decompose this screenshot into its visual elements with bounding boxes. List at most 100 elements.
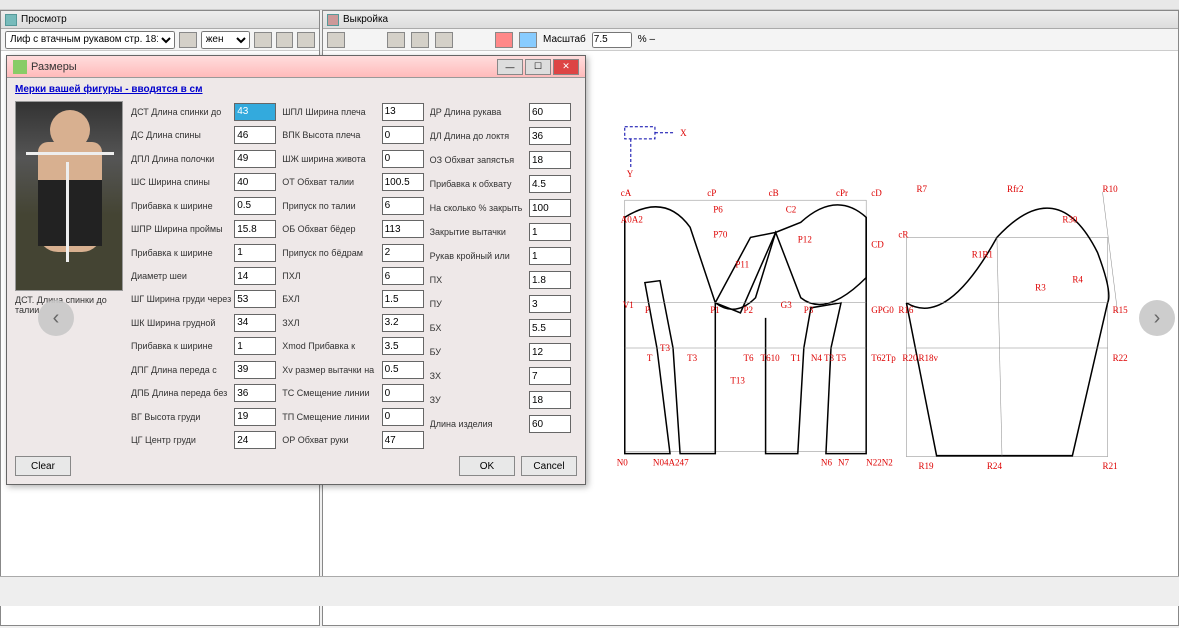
scale-input[interactable] [592, 32, 632, 48]
svg-text:R22: R22 [1113, 353, 1129, 363]
svg-text:T610: T610 [761, 353, 781, 363]
measurement-input[interactable] [529, 295, 571, 313]
measurement-input[interactable] [529, 367, 571, 385]
measurement-input[interactable] [234, 267, 276, 285]
measurement-input[interactable] [234, 314, 276, 332]
dialog-title: Размеры [31, 61, 497, 73]
svg-text:N4 T3 T5: N4 T3 T5 [811, 353, 847, 363]
measurement-input[interactable] [234, 126, 276, 144]
measurement-label: Рукав кройный или [430, 251, 529, 261]
scale-label: Масштаб [543, 34, 586, 45]
measurement-row: ШК Ширина грудной [131, 312, 276, 333]
toolbar-button[interactable] [254, 32, 272, 48]
measurement-label: ВГ Высота груди [131, 412, 234, 422]
measurement-input[interactable] [529, 415, 571, 433]
measurement-input[interactable] [382, 337, 424, 355]
svg-text:P: P [645, 305, 650, 315]
measurement-input[interactable] [234, 361, 276, 379]
measurement-input[interactable] [382, 126, 424, 144]
close-button[interactable]: ✕ [553, 59, 579, 75]
svg-text:A0A2: A0A2 [621, 214, 644, 224]
preview-panel-header[interactable]: Просмотр [1, 11, 319, 29]
measurement-input[interactable] [529, 199, 571, 217]
measurement-input[interactable] [234, 337, 276, 355]
svg-text:R16: R16 [898, 305, 914, 315]
measurement-input[interactable] [529, 247, 571, 265]
svg-text:P2: P2 [743, 305, 753, 315]
measurement-input[interactable] [382, 267, 424, 285]
measurement-input[interactable] [234, 197, 276, 215]
measurement-row: ДСТ Длина спинки до [131, 101, 276, 122]
svg-text:R30: R30 [1062, 214, 1078, 224]
measurement-row: ДПГ Длина переда с [131, 359, 276, 380]
measurement-input[interactable] [529, 103, 571, 121]
svg-text:T62Tp: T62Tp [871, 353, 896, 363]
measurement-input[interactable] [234, 103, 276, 121]
measurement-input[interactable] [382, 150, 424, 168]
measurement-row: ЗУ [430, 389, 571, 411]
dialog-titlebar[interactable]: Размеры — ☐ ✕ [7, 56, 585, 78]
next-arrow[interactable]: › [1139, 300, 1175, 336]
measurement-input[interactable] [529, 391, 571, 409]
toolbar-button[interactable] [297, 32, 315, 48]
minimize-button[interactable]: — [497, 59, 523, 75]
measurement-label: ШС Ширина спины [131, 177, 234, 187]
measurement-input[interactable] [234, 173, 276, 191]
toolbar-button[interactable] [179, 32, 197, 48]
measurement-label: БХЛ [282, 294, 381, 304]
measurement-input[interactable] [382, 220, 424, 238]
measurement-input[interactable] [234, 150, 276, 168]
clear-button[interactable]: Clear [15, 456, 71, 476]
measurement-input[interactable] [234, 220, 276, 238]
measurement-row: ШГ Ширина груди через [131, 289, 276, 310]
cancel-button[interactable]: Cancel [521, 456, 577, 476]
measurement-input[interactable] [529, 343, 571, 361]
measurement-label: Прибавка к ширине [131, 248, 234, 258]
measurement-input[interactable] [234, 408, 276, 426]
measurement-input[interactable] [529, 271, 571, 289]
measurement-input[interactable] [234, 384, 276, 402]
svg-text:N0: N0 [617, 458, 629, 468]
measurement-row: ШПР Ширина проймы [131, 218, 276, 239]
toolbar-button[interactable] [327, 32, 345, 48]
svg-text:T: T [647, 353, 653, 363]
measurement-input[interactable] [382, 408, 424, 426]
measurement-input[interactable] [234, 290, 276, 308]
measurement-input[interactable] [529, 223, 571, 241]
pattern-panel-header[interactable]: Выкройка [323, 11, 1178, 29]
measurement-input[interactable] [382, 197, 424, 215]
prev-arrow[interactable]: ‹ [38, 300, 74, 336]
measurement-input[interactable] [382, 103, 424, 121]
toolbar-button[interactable] [519, 32, 537, 48]
measurement-input[interactable] [234, 244, 276, 262]
measurement-row: ЗХЛ [282, 312, 423, 333]
maximize-button[interactable]: ☐ [525, 59, 551, 75]
model-select[interactable]: Лиф с втачным рукавом стр. 181-225 [5, 31, 175, 49]
measurement-input[interactable] [234, 431, 276, 449]
measurement-input[interactable] [529, 151, 571, 169]
measurement-input[interactable] [529, 127, 571, 145]
measurement-input[interactable] [382, 431, 424, 449]
measurement-row: ПУ [430, 293, 571, 315]
measurement-input[interactable] [382, 173, 424, 191]
ok-button[interactable]: OK [459, 456, 515, 476]
measurement-input[interactable] [382, 244, 424, 262]
cursor-tool-icon[interactable] [435, 32, 453, 48]
measurement-input[interactable] [382, 314, 424, 332]
measurement-input[interactable] [382, 361, 424, 379]
measurement-input[interactable] [382, 290, 424, 308]
measurement-input[interactable] [529, 319, 571, 337]
gender-select[interactable]: жен [201, 31, 250, 49]
measurement-input[interactable] [382, 384, 424, 402]
toolbar-button[interactable] [495, 32, 513, 48]
hand-tool-icon[interactable] [387, 32, 405, 48]
toolbar-button[interactable] [411, 32, 429, 48]
measurement-label: ЗУ [430, 395, 529, 405]
toolbar-button[interactable] [276, 32, 294, 48]
svg-text:R20: R20 [902, 353, 918, 363]
measurement-label: Xv размер вытачки на [282, 365, 381, 375]
measurement-input[interactable] [529, 175, 571, 193]
measurements-help-link[interactable]: Мерки вашей фигуры - вводятся в см [15, 84, 203, 95]
measurement-row: Xv размер вытачки на [282, 359, 423, 380]
measurement-row: ЗХ [430, 365, 571, 387]
